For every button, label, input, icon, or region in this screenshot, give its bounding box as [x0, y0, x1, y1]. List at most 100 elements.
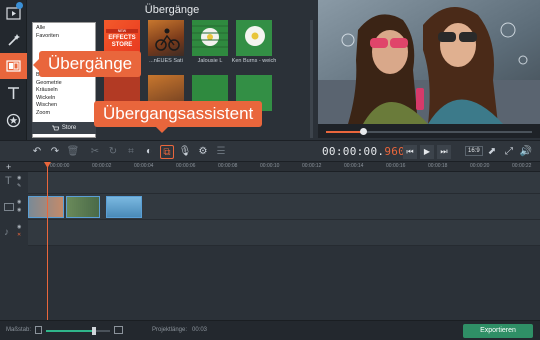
zoom-fill [46, 330, 94, 332]
ruler-tick-label: 00:00:04 [134, 163, 154, 169]
panel-title: Übergänge [144, 4, 200, 16]
transition-grid: NEW EFFECTS STORE ...nEUES Sati Jalousie… [104, 20, 314, 160]
ruler-tick-label: 00:00:20 [470, 163, 490, 169]
aspect-ratio[interactable]: 16:9 [465, 146, 483, 156]
visibility-icon[interactable]: ◉ [17, 175, 21, 181]
magic-wand-icon[interactable] [0, 27, 27, 53]
settings-icon[interactable]: ⚙ [196, 145, 210, 159]
zoom-slider[interactable] [46, 327, 110, 335]
ruler-tick-label: 00:00:00 [50, 163, 70, 169]
lock-icon[interactable]: ✎ [17, 183, 21, 189]
timeline-ruler[interactable]: + 00:00:00 00:00:02 00:00:04 00:00:06 00:00:… [0, 162, 540, 172]
popout-icon[interactable]: ⬈ [485, 145, 499, 159]
transition-wizard-icon[interactable]: ⧉ [160, 145, 174, 159]
ruler-tick-label: 00:00:14 [344, 163, 364, 169]
zoom-in-icon[interactable] [114, 326, 123, 334]
visibility-icon[interactable]: ◉ [17, 199, 21, 205]
text-track-header: T ◉ ✎ [0, 172, 28, 194]
text-icon[interactable] [0, 80, 27, 106]
zoom-out-icon[interactable] [35, 326, 42, 334]
ruler-tick-label: 00:00:18 [428, 163, 448, 169]
project-length: 00:03 [192, 327, 208, 333]
transition-assistant-callout: Übergangsassistent [94, 101, 263, 133]
video-clip[interactable] [28, 196, 64, 218]
category-item[interactable]: Geometrie [36, 80, 92, 88]
redo-icon[interactable]: ↷ [48, 145, 62, 159]
category-item[interactable]: Wischen [36, 102, 92, 110]
color-adjust-icon[interactable]: ◐ [142, 145, 156, 159]
timeline: T ◉ ✎ ◉ ◉ ♪ ◉ ✕ [0, 172, 540, 320]
movavi-editor: Übergänge Alle Favoriten Blöcke Geometri… [0, 0, 540, 340]
seek-handle[interactable] [360, 128, 368, 135]
ruler-tick-label: 00:00:12 [302, 163, 322, 169]
audio-track[interactable] [28, 220, 540, 246]
text-track-icon: T [5, 175, 12, 187]
category-item[interactable]: Wickeln [36, 95, 92, 103]
video-clip[interactable] [66, 196, 100, 218]
crop-icon[interactable]: ⌗ [124, 145, 138, 159]
category-item[interactable]: Alle [36, 25, 92, 33]
stickers-icon[interactable] [0, 107, 27, 133]
sidebar-tools [0, 0, 27, 160]
lock-icon[interactable]: ◉ [17, 207, 21, 213]
fullscreen-icon[interactable]: ⤢ [502, 145, 516, 159]
store-label: Store [61, 125, 77, 131]
ruler-tick-label: 00:00:08 [218, 163, 238, 169]
transitions-panel: Übergänge Alle Favoriten Blöcke Geometri… [27, 0, 317, 160]
ruler-tick-label: 00:00:02 [92, 163, 112, 169]
microphone-icon[interactable]: 🎙 [178, 145, 192, 159]
add-track-icon[interactable]: + [6, 162, 11, 172]
ruler-tick-label: 00:00:06 [176, 163, 196, 169]
category-list[interactable]: Alle Favoriten Blöcke Geometrie Kräuseln… [32, 22, 96, 138]
transition-thumb-kenburns[interactable] [236, 20, 272, 56]
project-length-label: Projektlänge: [152, 327, 188, 333]
video-track[interactable] [28, 194, 540, 220]
volume-icon[interactable]: ◉ [17, 224, 21, 230]
playback-seekbar[interactable] [318, 124, 540, 138]
timecode-main: 00:00:00. [322, 145, 385, 158]
equalizer-icon[interactable]: ☰ [214, 145, 228, 159]
export-button[interactable]: Exportieren [463, 324, 533, 338]
store-badge: NEW [106, 29, 138, 33]
effects-store-text: EFFECTS STORE [108, 35, 136, 48]
volume-icon[interactable]: 🔊 [519, 145, 533, 159]
play-icon[interactable]: ▶ [420, 145, 434, 159]
video-clip[interactable] [106, 196, 142, 218]
previous-frame-icon[interactable]: ⏮ [403, 145, 417, 159]
ruler-tick-label: 00:00:16 [386, 163, 406, 169]
timecode-ms: 960 [384, 145, 406, 158]
playhead[interactable] [47, 162, 48, 320]
thumb-label: Ken Burns - weich [231, 58, 277, 64]
audio-track-header: ♪ ◉ ✕ [0, 220, 28, 246]
text-track[interactable] [28, 172, 540, 194]
ruler-tick-label: 00:00:22 [512, 163, 532, 169]
video-track-header: ◉ ◉ [0, 194, 28, 220]
category-item[interactable]: Zoom [36, 110, 92, 118]
rotate-icon[interactable]: ↻ [106, 145, 120, 159]
transition-thumb-jalousie[interactable] [192, 20, 228, 56]
delete-icon[interactable]: 🗑 [66, 145, 80, 159]
notification-badge [16, 2, 23, 9]
seek-track[interactable] [326, 128, 532, 135]
next-frame-icon[interactable]: ⏭ [437, 145, 451, 159]
transition-thumb[interactable] [148, 20, 184, 56]
ruler-tick-label: 00:00:10 [260, 163, 280, 169]
undo-icon[interactable]: ↶ [30, 145, 44, 159]
status-bar: Maßstab: Projektlänge: 00:03 Exportieren [0, 320, 540, 340]
video-preview [318, 0, 540, 124]
category-item[interactable]: Kräuseln [36, 87, 92, 95]
editing-toolbar: ↶ ↷ 🗑 ✂ ↻ ⌗ ◐ ⧉ 🎙 ⚙ ☰ 00:00:00.960 ⏮ ▶ ⏭… [0, 140, 540, 162]
zoom-handle[interactable] [92, 327, 96, 335]
cart-icon [51, 125, 59, 130]
store-button[interactable]: Store [32, 122, 96, 134]
mute-icon[interactable]: ✕ [17, 232, 21, 238]
category-item[interactable]: Favoriten [36, 33, 92, 41]
video-track-icon [4, 203, 14, 211]
panel-scrollbar[interactable] [310, 20, 313, 138]
timecode: 00:00:00.960 [322, 145, 405, 158]
transitions-icon[interactable] [0, 53, 27, 79]
import-icon[interactable] [0, 0, 27, 26]
cut-icon[interactable]: ✂ [88, 145, 102, 159]
music-note-icon: ♪ [4, 227, 9, 238]
zoom-label: Maßstab: [6, 327, 32, 333]
